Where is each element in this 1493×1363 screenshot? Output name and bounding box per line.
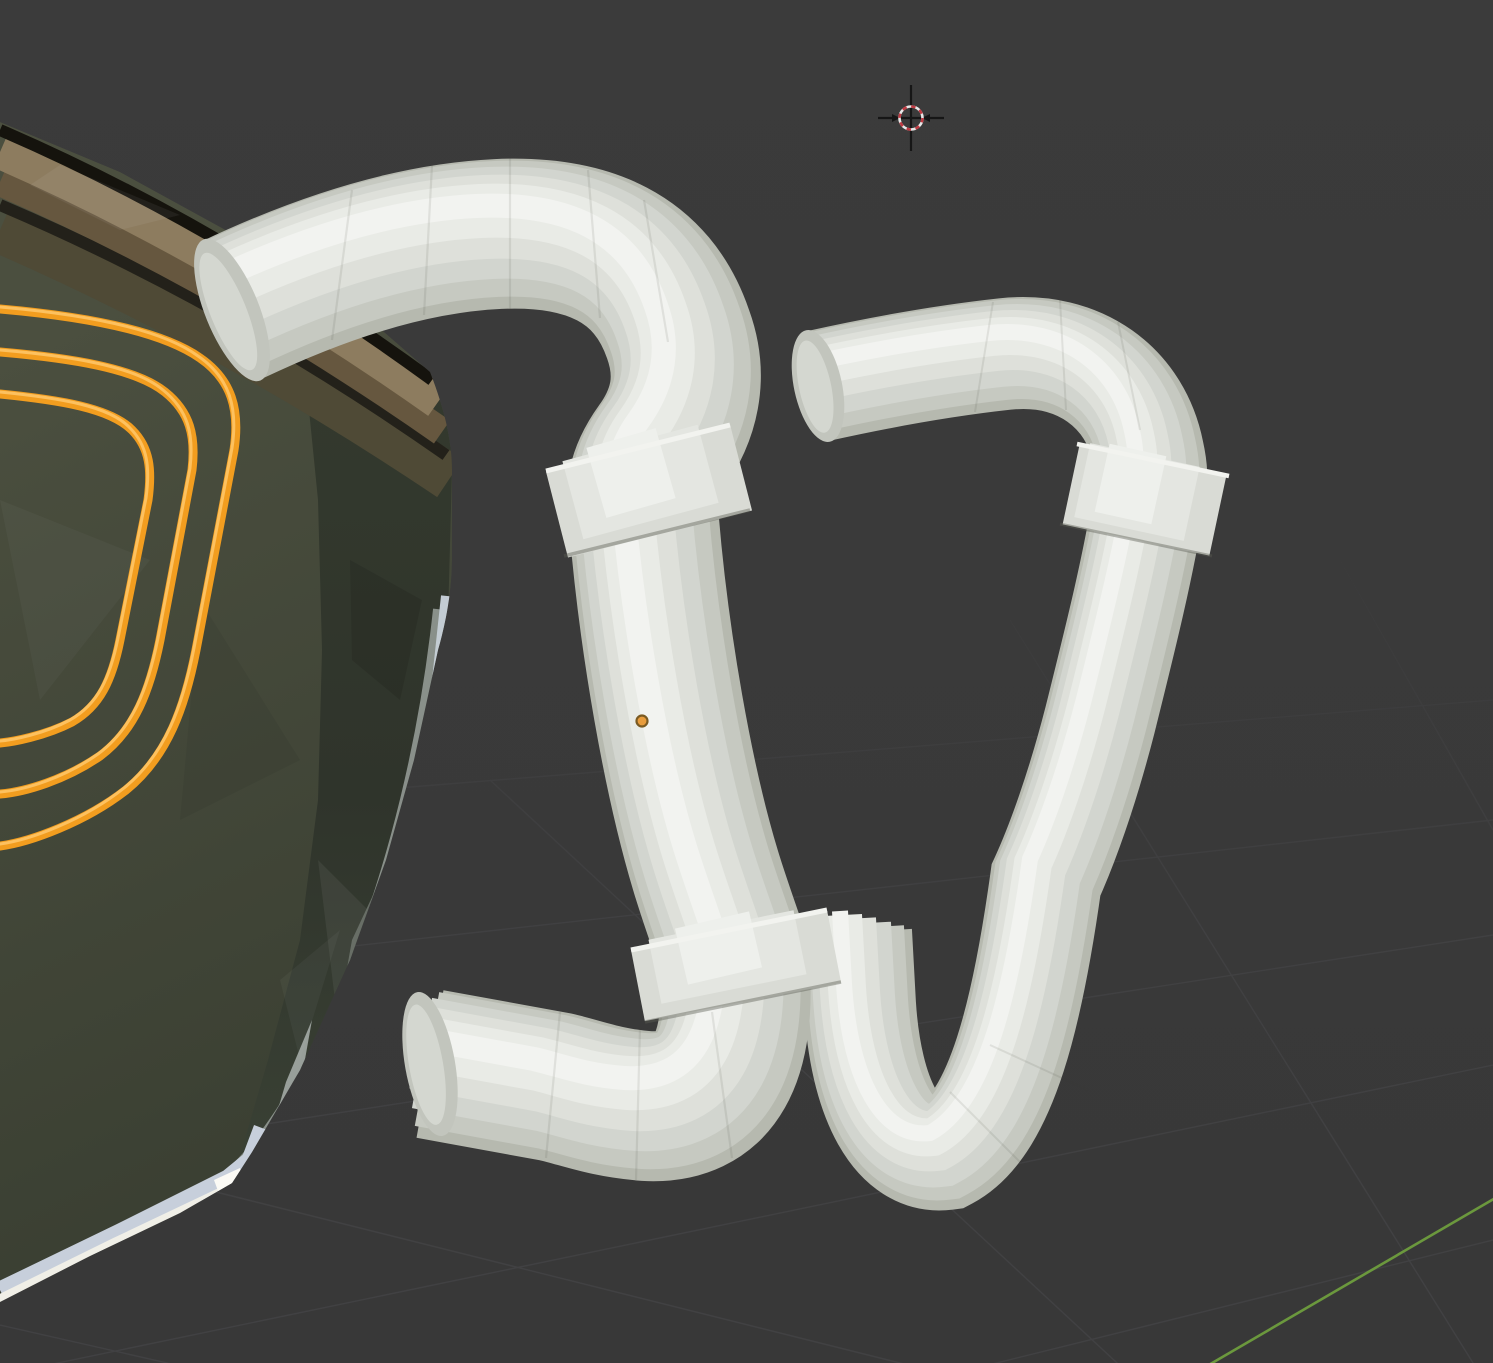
coupling-band xyxy=(1123,450,1138,518)
object-origin-point[interactable] xyxy=(637,716,648,727)
blender-3d-viewport[interactable] xyxy=(0,0,1493,1363)
coupling-band xyxy=(712,920,725,976)
